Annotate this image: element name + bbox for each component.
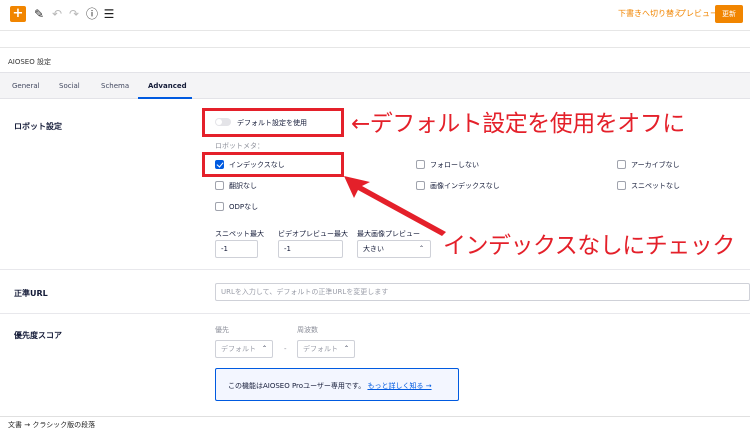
tab-advanced[interactable]: Advanced	[148, 82, 187, 90]
notranslate-label: 翻訳なし	[229, 182, 257, 190]
canonical-section-label: 正準URL	[14, 289, 48, 298]
annotation-text-top: ←デフォルト設定を使用をオフに	[351, 111, 685, 137]
noodp-label: ODPなし	[229, 203, 259, 211]
nofollow-checkbox[interactable]	[416, 160, 425, 169]
annotation-text-bottom: インデックスなしにチェック	[443, 233, 735, 259]
annotation-box-noindex	[202, 152, 344, 177]
frequency-label: 周波数	[297, 326, 318, 334]
nosnippet-label: スニペットなし	[631, 182, 680, 190]
frequency-value: デフォルト	[303, 345, 338, 353]
snippet-max-input[interactable]: -1	[215, 240, 258, 258]
active-tab-indicator	[138, 97, 192, 99]
robots-section-label: ロボット設定	[14, 122, 62, 131]
robots-meta-label: ロボットメタ：	[215, 142, 264, 150]
noarchive-label: アーカイブなし	[631, 161, 680, 169]
chevron-up-icon: ⌃	[343, 345, 349, 352]
image-preview-value: 大きい	[363, 245, 384, 253]
plus-icon[interactable]: +	[10, 6, 26, 22]
breadcrumb-footer: 文書 → クラシック版の段落	[0, 416, 750, 430]
switch-to-draft-link[interactable]: 下書きへ切り替え	[618, 8, 682, 19]
tab-social[interactable]: Social	[59, 82, 80, 90]
notranslate-checkbox[interactable]	[215, 181, 224, 190]
preview-link[interactable]: プレビュー	[678, 8, 718, 19]
undo-icon[interactable]: ↶	[50, 6, 64, 22]
tab-general[interactable]: General	[12, 82, 40, 90]
toolbar-divider	[0, 30, 750, 31]
pro-notice: この機能はAIOSEO Proユーザー専用です。 もっと詳しく知る →	[215, 368, 459, 401]
robots-divider	[0, 269, 750, 270]
priority-label: 優先	[215, 326, 229, 334]
breadcrumb[interactable]: 文書 → クラシック版の段落	[8, 420, 95, 430]
noarchive-checkbox[interactable]	[617, 160, 626, 169]
settings-tabs: General Social Schema Advanced	[0, 72, 750, 99]
priority-value: デフォルト	[221, 345, 256, 353]
canonical-url-input[interactable]: URLを入力して、デフォルトの正準URLを変更します	[215, 283, 750, 301]
update-button[interactable]: 更新	[715, 5, 743, 23]
video-preview-input[interactable]: -1	[278, 240, 343, 258]
panel-title: AIOSEO 設定	[8, 58, 51, 66]
list-view-icon[interactable]: ☰	[102, 6, 116, 22]
priority-separator: -	[284, 345, 287, 353]
arrow-shape	[344, 176, 446, 236]
nosnippet-checkbox[interactable]	[617, 181, 626, 190]
content-divider	[0, 47, 750, 48]
tab-schema[interactable]: Schema	[101, 82, 129, 90]
nofollow-label: フォローしない	[430, 161, 479, 169]
noodp-checkbox[interactable]	[215, 202, 224, 211]
pro-notice-text: この機能はAIOSEO Proユーザー専用です。 もっと詳しく知る →	[228, 381, 432, 391]
snippet-max-label: スニペット最大	[215, 230, 264, 238]
editor-toolbar: + ✎ ↶ ↷ ⓘ ☰ 下書きへ切り替え プレビュー 更新	[0, 0, 750, 30]
frequency-select[interactable]: デフォルト ⌃	[297, 340, 355, 358]
video-preview-label: ビデオプレビュー最大	[278, 230, 348, 238]
image-preview-select[interactable]: 大きい ⌃	[357, 240, 431, 258]
chevron-up-icon: ⌃	[418, 245, 424, 252]
annotation-arrow	[344, 176, 446, 236]
canonical-divider	[0, 313, 750, 314]
priority-section-label: 優先度スコア	[14, 331, 62, 340]
priority-select[interactable]: デフォルト ⌃	[215, 340, 273, 358]
info-icon[interactable]: ⓘ	[85, 6, 99, 22]
learn-more-link[interactable]: もっと詳しく知る →	[367, 382, 431, 390]
chevron-up-icon: ⌃	[261, 345, 267, 352]
annotation-box-default-toggle	[202, 108, 344, 137]
pro-notice-message: この機能はAIOSEO Proユーザー専用です。	[228, 382, 366, 390]
redo-icon[interactable]: ↷	[67, 6, 81, 22]
pencil-icon[interactable]: ✎	[32, 6, 46, 22]
